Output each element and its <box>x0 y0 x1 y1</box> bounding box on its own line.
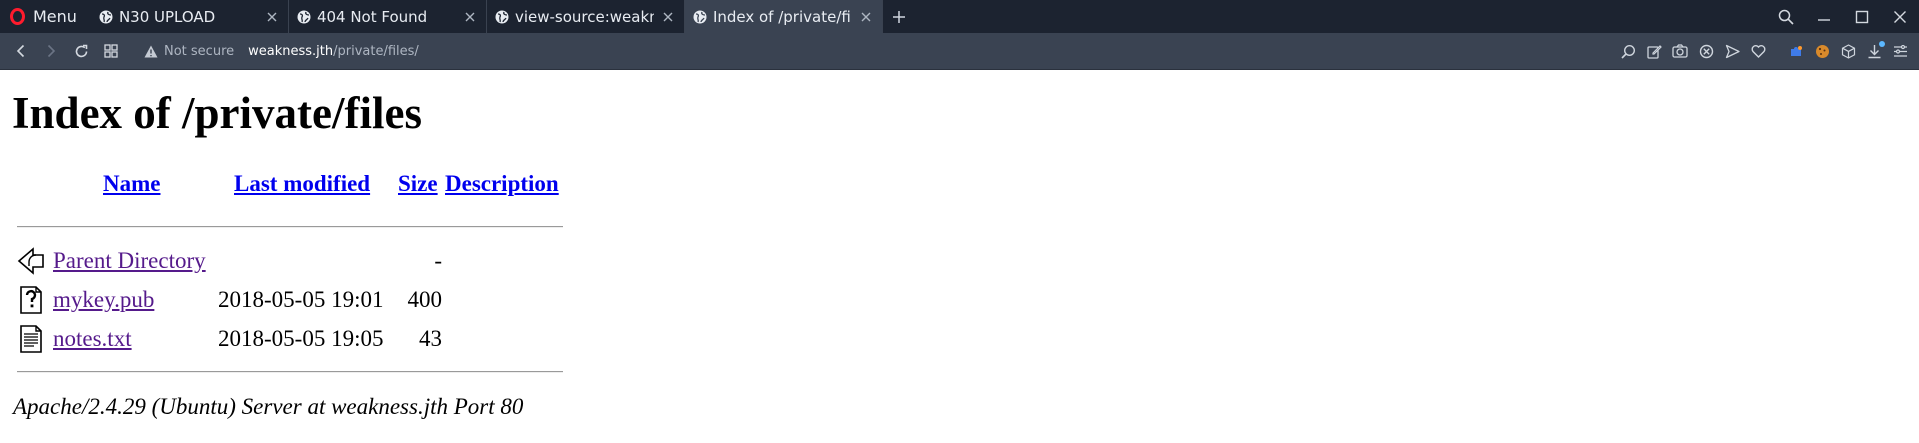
easy-setup-button[interactable] <box>1887 38 1913 64</box>
tab-index-private-files[interactable]: Index of /private/files <box>684 0 883 33</box>
cookie-icon <box>1815 44 1829 58</box>
heart-icon <box>1751 45 1765 58</box>
menu-label: Menu <box>33 7 77 26</box>
page-content: Index of /private/files Name Last modifi… <box>0 71 1919 443</box>
edit-icon <box>1646 44 1662 59</box>
download-badge-dot <box>1879 41 1885 47</box>
new-tab-button[interactable] <box>883 0 915 33</box>
send-icon <box>1725 44 1740 58</box>
grid-icon <box>104 44 118 58</box>
tab-strip: Menu N30 UPLOAD 404 Not Found view-sourc… <box>0 0 1919 33</box>
header-divider <box>17 226 563 228</box>
address-toolbar: Not secure weakness.jth/private/files/ <box>0 33 1919 70</box>
tab-404-not-found[interactable]: 404 Not Found <box>289 0 487 33</box>
globe-icon <box>693 10 707 23</box>
tab-title: view-source:weakness.jth/private/ <box>514 7 654 26</box>
tab-title: 404 Not Found <box>316 7 428 26</box>
server-signature: Apache/2.4.29 (Ubuntu) Server at weaknes… <box>13 394 524 419</box>
reload-icon <box>75 44 87 57</box>
parent-directory-link[interactable]: Parent Directory <box>53 248 206 274</box>
not-secure-label: Not secure <box>164 43 235 59</box>
file-size: 400 <box>407 287 443 312</box>
url-host: weakness.jth <box>248 43 334 59</box>
tab-title: N30 UPLOAD <box>118 7 216 26</box>
search-icon <box>1778 9 1794 25</box>
modified-date: 2018-05-05 19:05 <box>218 326 384 351</box>
tab-search-button[interactable] <box>1767 0 1805 33</box>
minimize-icon <box>1818 18 1830 21</box>
close-tab-icon[interactable] <box>660 9 676 25</box>
file-size: 43 <box>419 326 442 351</box>
block-icon <box>1699 44 1713 58</box>
unknown-file-icon <box>20 286 42 314</box>
globe-icon <box>495 10 509 23</box>
extension-icon <box>1791 46 1802 56</box>
close-tab-icon[interactable] <box>462 9 478 25</box>
ad-block-button[interactable] <box>1693 38 1719 64</box>
opera-logo-icon <box>10 8 25 25</box>
back-icon <box>17 247 44 275</box>
globe-icon <box>297 10 311 23</box>
file-size: - <box>434 248 442 273</box>
maximize-icon <box>1855 10 1869 23</box>
table-row: notes.txt 2018-05-05 19:05 43 <box>14 324 564 356</box>
close-icon <box>1894 10 1906 23</box>
table-row: mykey.pub 2018-05-05 19:01 400 <box>14 285 564 317</box>
chevron-left-icon <box>16 44 25 58</box>
reload-button[interactable] <box>68 38 94 64</box>
url-field[interactable]: weakness.jth/private/files/ <box>248 44 419 59</box>
send-button[interactable] <box>1719 38 1745 64</box>
sort-by-size-link[interactable]: Size <box>398 171 438 197</box>
close-tab-icon[interactable] <box>858 9 874 25</box>
table-row: Parent Directory - <box>14 246 564 278</box>
footer-divider <box>17 371 563 373</box>
sort-by-last-modified-link[interactable]: Last modified <box>234 171 370 197</box>
plus-icon <box>892 10 905 23</box>
file-link-notes[interactable]: notes.txt <box>53 326 132 352</box>
search-in-page-button[interactable] <box>1615 38 1641 64</box>
tab-n30-upload[interactable]: N30 UPLOAD <box>91 0 289 33</box>
maximize-button[interactable] <box>1843 0 1881 33</box>
opera-menu-button[interactable]: Menu <box>0 0 91 33</box>
settings-sliders-icon <box>1893 44 1907 57</box>
magnifier-icon <box>1620 44 1635 59</box>
close-window-button[interactable] <box>1881 0 1919 33</box>
package-button[interactable] <box>1835 38 1861 64</box>
camera-icon <box>1672 44 1688 58</box>
extension-button[interactable] <box>1783 38 1809 64</box>
close-tab-icon[interactable] <box>264 9 280 25</box>
security-indicator[interactable]: Not secure <box>144 44 234 59</box>
page-heading: Index of /private/files <box>12 88 422 138</box>
tiles-button[interactable] <box>98 38 124 64</box>
tab-title: Index of /private/files <box>712 7 852 26</box>
sort-by-description-link[interactable]: Description <box>445 171 559 197</box>
text-file-icon <box>20 325 42 353</box>
snapshot-button[interactable] <box>1667 38 1693 64</box>
forward-button[interactable] <box>38 38 64 64</box>
tab-view-source[interactable]: view-source:weakness.jth/private/ <box>487 0 685 33</box>
sort-by-name-link[interactable]: Name <box>103 171 160 197</box>
cube-icon <box>1841 43 1855 59</box>
cookie-extension-button[interactable] <box>1809 38 1835 64</box>
chevron-right-icon <box>47 44 56 58</box>
modified-date: 2018-05-05 19:01 <box>218 287 384 312</box>
url-path: /private/files/ <box>333 43 419 59</box>
globe-icon <box>99 10 113 23</box>
back-button[interactable] <box>8 38 34 64</box>
minimize-button[interactable] <box>1805 0 1843 33</box>
edit-button[interactable] <box>1641 38 1667 64</box>
bookmark-button[interactable] <box>1745 38 1771 64</box>
file-link-mykey[interactable]: mykey.pub <box>53 287 154 313</box>
downloads-button[interactable] <box>1861 38 1887 64</box>
warning-icon <box>144 45 158 57</box>
